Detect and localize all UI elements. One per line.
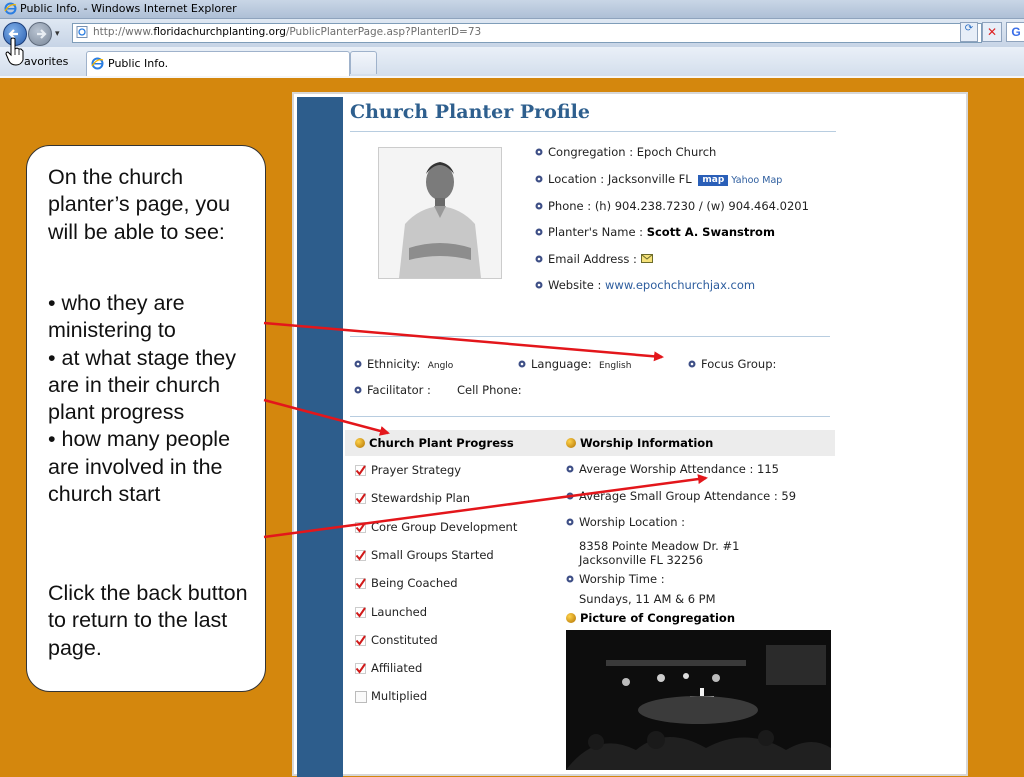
google-search-icon[interactable]: G xyxy=(1006,22,1024,42)
chrome-divider xyxy=(0,76,1024,78)
worship-address-line1: 8358 Pointe Meadow Dr. #1 xyxy=(579,539,740,553)
gear-bullet-icon xyxy=(535,202,543,210)
forward-arrow-icon xyxy=(37,29,47,39)
instruction-callout: On the church planter’s page, you will b… xyxy=(26,145,266,692)
callout-outro: Click the back button to return to the l… xyxy=(48,581,248,660)
refresh-button[interactable]: ⟳ xyxy=(960,22,978,42)
hand-cursor-icon xyxy=(5,37,24,66)
tab-label: Public Info. xyxy=(108,57,169,70)
callout-bullet: • at what stage they are in their church… xyxy=(48,345,236,425)
website-field: Website : www.epochchurchjax.com xyxy=(548,278,756,292)
unchecked-box-icon[interactable] xyxy=(355,691,367,703)
checkmark-icon[interactable] xyxy=(355,493,366,504)
progress-item-label: Multiplied xyxy=(371,689,428,703)
email-field: Email Address : xyxy=(548,252,653,266)
callout-intro: On the church planter’s page, you will b… xyxy=(48,165,231,244)
address-url: http://www.floridachurchplanting.org/Pub… xyxy=(93,26,482,38)
gear-bullet-icon xyxy=(688,360,696,368)
gear-bullet-icon xyxy=(354,386,362,394)
gear-bullet-icon xyxy=(518,360,526,368)
gear-bullet-icon xyxy=(535,148,543,156)
checkmark-icon[interactable] xyxy=(355,607,366,618)
worship-time-value: Sundays, 11 AM & 6 PM xyxy=(579,592,716,606)
gear-bullet-icon xyxy=(535,255,543,263)
progress-item-label: Being Coached xyxy=(371,576,458,590)
congregation-photo xyxy=(566,630,831,770)
progress-heading: Church Plant Progress xyxy=(369,436,514,450)
checkmark-icon[interactable] xyxy=(355,522,366,533)
tab-bar: avorites Public Info. xyxy=(0,47,1024,77)
worship-heading: Worship Information xyxy=(580,436,714,450)
window-titlebar: Public Info. - Windows Internet Explorer xyxy=(0,0,1024,19)
callout-bullet: • how many people are involved in the ch… xyxy=(48,427,231,507)
gear-bullet-icon xyxy=(566,465,574,473)
worship-address-line2: Jacksonville FL 32256 xyxy=(579,553,704,567)
congregation-image xyxy=(566,630,831,770)
gear-bullet-icon xyxy=(535,281,543,289)
ethnicity-field: Ethnicity: Anglo xyxy=(367,357,454,371)
gear-bullet-icon xyxy=(535,228,543,236)
progress-item-label: Prayer Strategy xyxy=(371,463,462,477)
web-page: Church Planter Profile Congregation : Ep… xyxy=(292,92,968,777)
progress-item-label: Stewardship Plan xyxy=(371,491,471,505)
facilitator-field: Facilitator : xyxy=(367,383,431,397)
avg-small-group-attendance: Average Small Group Attendance : 59 xyxy=(579,489,797,503)
window-title: Public Info. - Windows Internet Explorer xyxy=(20,2,237,15)
address-input[interactable]: http://www.floridachurchplanting.org/Pub… xyxy=(72,23,1020,43)
progress-item-label: Affiliated xyxy=(371,661,423,675)
progress-section-icon xyxy=(355,438,365,448)
gear-bullet-icon xyxy=(535,175,543,183)
email-envelope-icon[interactable] xyxy=(640,254,653,263)
picture-heading: Picture of Congregation xyxy=(580,611,736,625)
internet-explorer-icon xyxy=(4,2,17,15)
info-divider xyxy=(350,336,830,337)
stop-button[interactable]: ✕ xyxy=(982,22,1002,42)
focus-group-field: Focus Group: xyxy=(701,357,777,371)
congregation-field: Congregation : Epoch Church xyxy=(548,145,717,159)
progress-item-label: Constituted xyxy=(371,633,438,647)
page-icon xyxy=(76,26,88,38)
callout-bullet: • who they are ministering to xyxy=(48,291,185,343)
planter-photo xyxy=(378,147,502,279)
language-field: Language: English xyxy=(531,357,632,371)
checkmark-icon[interactable] xyxy=(355,635,366,646)
gear-bullet-icon xyxy=(566,492,574,500)
details-divider xyxy=(350,416,830,417)
website-link[interactable]: www.epochchurchjax.com xyxy=(605,278,755,292)
progress-item-label: Core Group Development xyxy=(371,520,518,534)
worship-time-label: Worship Time : xyxy=(579,572,665,586)
yahoo-map-link[interactable]: Yahoo Map xyxy=(731,175,782,186)
address-toolbar: ▾ http://www.floridachurchplanting.org/P… xyxy=(0,19,1024,47)
internet-explorer-icon xyxy=(91,57,104,70)
worship-section-icon xyxy=(566,438,576,448)
progress-item-label: Small Groups Started xyxy=(371,548,494,562)
checkmark-icon[interactable] xyxy=(355,550,366,561)
callout-bullets: • who they are ministering to • at what … xyxy=(48,290,260,508)
worship-location-label: Worship Location : xyxy=(579,515,686,529)
checkmark-icon[interactable] xyxy=(355,663,366,674)
location-field: Location : Jacksonville FL map Yahoo Map xyxy=(548,172,783,186)
gear-bullet-icon xyxy=(566,575,574,583)
new-tab-button[interactable] xyxy=(350,51,377,74)
title-divider xyxy=(350,131,836,132)
history-dropdown-icon[interactable]: ▾ xyxy=(55,28,60,39)
page-title: Church Planter Profile xyxy=(350,101,590,123)
tab-public-info[interactable]: Public Info. xyxy=(86,51,350,76)
profile-content: Church Planter Profile Congregation : Ep… xyxy=(294,94,966,774)
forward-button[interactable] xyxy=(28,22,52,46)
checkmark-icon[interactable] xyxy=(355,465,366,476)
phone-field: Phone : (h) 904.238.7230 / (w) 904.464.0… xyxy=(548,199,809,213)
planter-name-field: Planter's Name : Scott A. Swanstrom xyxy=(548,225,775,239)
avg-worship-attendance: Average Worship Attendance : 115 xyxy=(579,462,779,476)
progress-item-label: Launched xyxy=(371,605,428,619)
gear-bullet-icon xyxy=(566,518,574,526)
planter-portrait-image xyxy=(379,148,501,278)
favorites-button[interactable]: avorites xyxy=(24,55,68,68)
checkmark-icon[interactable] xyxy=(355,578,366,589)
picture-section-icon xyxy=(566,613,576,623)
cell-phone-field: Cell Phone: xyxy=(457,383,522,397)
gear-bullet-icon xyxy=(354,360,362,368)
map-badge[interactable]: map xyxy=(698,175,729,186)
